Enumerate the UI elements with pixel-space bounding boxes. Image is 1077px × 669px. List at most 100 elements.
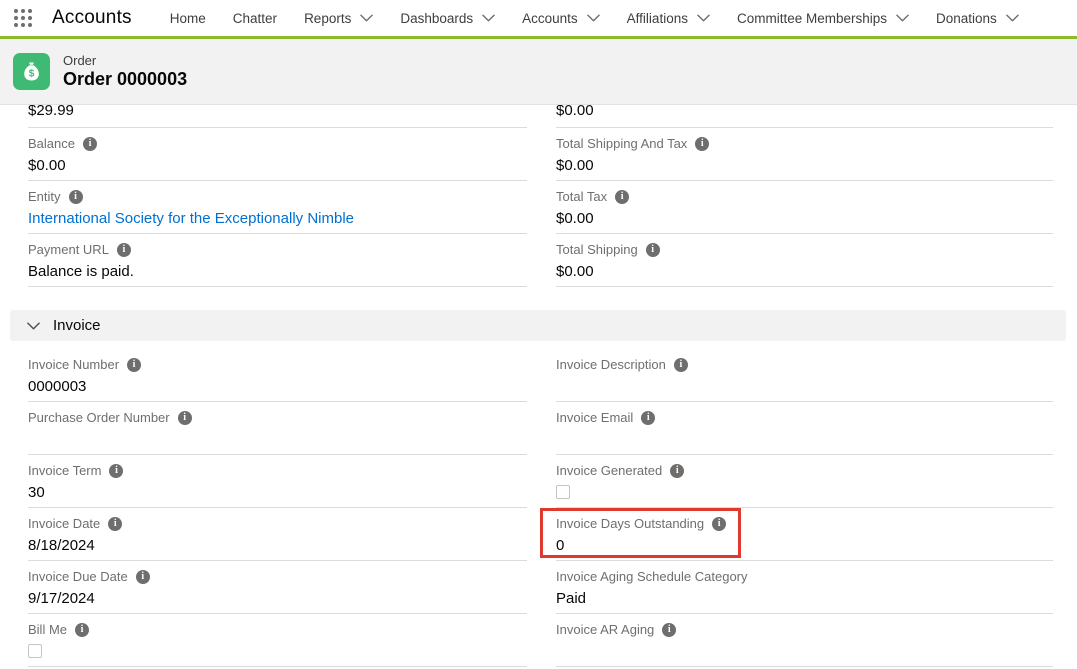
field-label: Invoice Term	[28, 463, 101, 478]
info-icon[interactable]: i	[127, 358, 141, 372]
info-icon[interactable]: i	[75, 623, 89, 637]
app-name[interactable]: Accounts	[52, 7, 132, 29]
field-label: Invoice Email	[556, 410, 633, 425]
field-purchase-order-number: Purchase Order Number i	[28, 402, 527, 455]
nav-tab-donations[interactable]: Donations	[936, 7, 1019, 30]
field-value: Paid	[556, 589, 1053, 609]
chevron-down-icon	[1006, 14, 1019, 22]
field-value	[556, 430, 1053, 450]
invoice-section-header[interactable]: Invoice	[10, 310, 1066, 341]
field-value: $0.00	[556, 156, 1053, 176]
nav-tab-label: Affiliations	[627, 11, 688, 26]
record-entity-label: Order	[63, 53, 187, 69]
field-column-right-invoice: Invoice Description i Invoice Email i Invo…	[556, 349, 1053, 667]
field-column-left-top: $29.99Balancei$0.00EntityiInternational …	[28, 105, 527, 287]
field-bill-me: Bill Me i	[28, 614, 527, 667]
info-icon[interactable]: i	[641, 411, 655, 425]
field-label: Invoice AR Aging	[556, 622, 654, 637]
field-value: 8/18/2024	[28, 536, 527, 556]
field-total-tax: Total Taxi$0.00	[556, 181, 1053, 234]
field-invoice-due-date: Invoice Due Date i 9/17/2024	[28, 561, 527, 614]
order-money-bag-icon: $	[13, 53, 50, 90]
field-balance: Balance i $0.00	[28, 128, 527, 181]
field-value: $29.99	[28, 105, 527, 121]
nav-tab-home[interactable]: Home	[170, 7, 206, 30]
field-value: 0	[556, 536, 1053, 556]
field-label: Bill Me	[28, 622, 67, 637]
nav-tabs: Home Chatter Reports Dashboards Accounts Affi…	[170, 7, 1077, 30]
field-entity: Entityi International Society for the Exc…	[28, 181, 527, 234]
field-invoice-days-outstanding: Invoice Days Outstanding i 0	[556, 508, 1053, 561]
record-title: Order 0000003	[63, 69, 187, 90]
info-icon[interactable]: i	[83, 137, 97, 151]
record-detail-panel: $29.99Balancei$0.00EntityiInternational …	[0, 105, 1077, 667]
field-label: Invoice Description	[556, 357, 666, 372]
entity-record-link[interactable]: International Society for the Exceptiona…	[28, 210, 354, 227]
field-value: 30	[28, 483, 527, 503]
chevron-down-icon	[27, 322, 40, 330]
nav-tab-label: Home	[170, 11, 206, 26]
field-label: Balance	[28, 136, 75, 151]
field-value: 9/17/2024	[28, 589, 527, 609]
invoice-generated-checkbox[interactable]	[556, 485, 570, 499]
field-label: Total Shipping	[556, 242, 638, 257]
field-label: Invoice Days Outstanding	[556, 516, 704, 531]
nav-tab-label: Accounts	[522, 11, 578, 26]
field-label: Invoice Date	[28, 516, 100, 531]
field-column-right-top: $0.00Total Shipping And Taxi$0.00Total T…	[556, 105, 1053, 287]
info-icon[interactable]: i	[108, 517, 122, 531]
nav-tab-chatter[interactable]: Chatter	[233, 7, 277, 30]
bill-me-checkbox[interactable]	[28, 644, 42, 658]
field-value: International Society for the Exceptiona…	[28, 209, 527, 229]
info-icon[interactable]: i	[69, 190, 83, 204]
field-value: 0000003	[28, 377, 527, 397]
record-header: $ Order Order 0000003	[0, 39, 1077, 105]
chevron-down-icon	[482, 14, 495, 22]
field-value: $0.00	[556, 262, 1053, 282]
app-launcher-icon[interactable]	[14, 9, 32, 27]
chevron-down-icon	[360, 14, 373, 22]
info-icon[interactable]: i	[674, 358, 688, 372]
field-invoice-number: Invoice Number i 0000003	[28, 349, 527, 402]
field-column-left-invoice: Invoice Number i 0000003 Purchase Order Num…	[28, 349, 527, 667]
field-label: Total Tax	[556, 189, 607, 204]
info-icon[interactable]: i	[615, 190, 629, 204]
nav-tab-committee-memberships[interactable]: Committee Memberships	[737, 7, 909, 30]
nav-tab-label: Committee Memberships	[737, 11, 887, 26]
field-value: $0.00	[28, 156, 527, 176]
chevron-down-icon	[697, 14, 710, 22]
nav-tab-affiliations[interactable]: Affiliations	[627, 7, 710, 30]
field-label: Invoice Generated	[556, 463, 662, 478]
field-label: Purchase Order Number	[28, 410, 170, 425]
field-invoice-ar-aging: Invoice AR Aging i	[556, 614, 1053, 667]
field-invoice-aging-schedule-category: Invoice Aging Schedule Category Paid	[556, 561, 1053, 614]
nav-tab-reports[interactable]: Reports	[304, 7, 373, 30]
chevron-down-icon	[896, 14, 909, 22]
info-icon[interactable]: i	[117, 243, 131, 257]
field-value	[556, 377, 1053, 397]
info-icon[interactable]: i	[136, 570, 150, 584]
chevron-down-icon	[587, 14, 600, 22]
field-label: Entity	[28, 189, 61, 204]
info-icon[interactable]: i	[178, 411, 192, 425]
field-value	[556, 642, 1053, 662]
field-invoice-generated: Invoice Generated i	[556, 455, 1053, 508]
field-label: Invoice Due Date	[28, 569, 128, 584]
field-total-shipping-and-tax: Total Shipping And Taxi$0.00	[556, 128, 1053, 181]
nav-tab-dashboards[interactable]: Dashboards	[400, 7, 495, 30]
info-icon[interactable]: i	[670, 464, 684, 478]
field-label: Payment URL	[28, 242, 109, 257]
field-payment-url: Payment URL i Balance is paid.	[28, 234, 527, 287]
info-icon[interactable]: i	[712, 517, 726, 531]
info-icon[interactable]: i	[695, 137, 709, 151]
top-navigation-bar: Accounts Home Chatter Reports Dashboards Acc…	[0, 0, 1077, 39]
info-icon[interactable]: i	[109, 464, 123, 478]
field-value: Balance is paid.	[28, 262, 527, 282]
info-icon[interactable]: i	[662, 623, 676, 637]
nav-tab-accounts[interactable]: Accounts	[522, 7, 600, 30]
field-label: Invoice Number	[28, 357, 119, 372]
info-icon[interactable]: i	[646, 243, 660, 257]
invoice-section-title: Invoice	[53, 317, 101, 334]
field-label: Invoice Aging Schedule Category	[556, 569, 748, 584]
field-value	[28, 430, 527, 450]
